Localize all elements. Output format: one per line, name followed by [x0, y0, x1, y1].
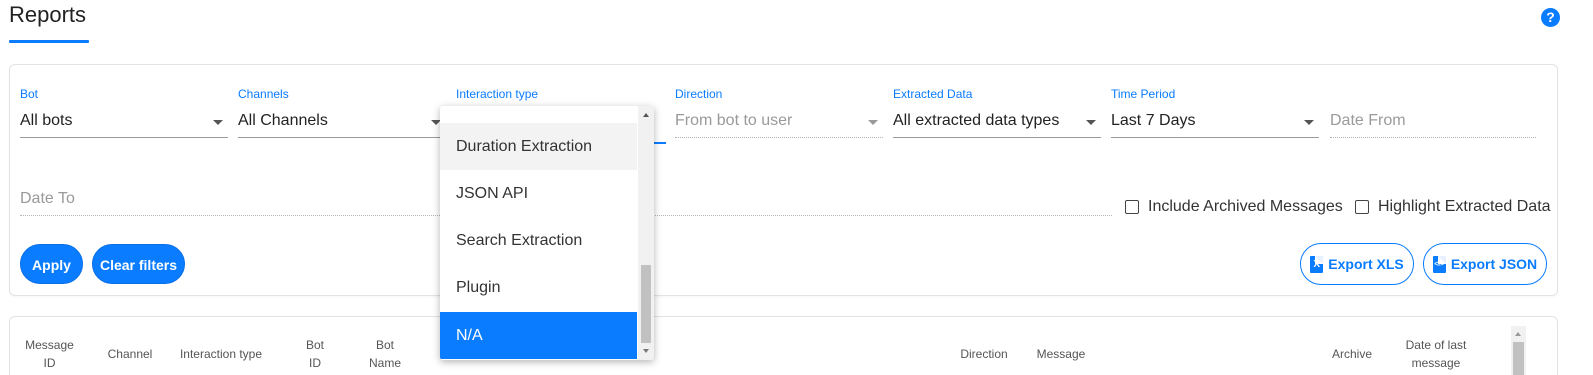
column-header-archive[interactable]: Archive: [1327, 345, 1377, 363]
chevron-down-icon: [868, 120, 878, 125]
scroll-up-arrow-icon[interactable]: [643, 113, 649, 117]
include-archived-checkbox[interactable]: Include Archived Messages: [1125, 198, 1343, 216]
direction-label: Direction: [675, 87, 723, 101]
channels-value: All Channels: [238, 112, 328, 129]
column-header-date-last-message[interactable]: Date of last message: [1398, 336, 1474, 372]
extracted-data-value: All extracted data types: [893, 112, 1060, 129]
direction-value: From bot to user: [675, 112, 793, 129]
include-archived-label: Include Archived Messages: [1148, 198, 1343, 215]
highlight-extracted-checkbox[interactable]: Highlight Extracted Data: [1355, 198, 1551, 216]
export-json-label: Export JSON: [1450, 256, 1538, 272]
table-scrollbar[interactable]: [1511, 326, 1526, 375]
highlight-extracted-label: Highlight Extracted Data: [1378, 198, 1551, 215]
dropdown-option-json-api[interactable]: JSON API: [440, 170, 637, 217]
dropdown-scrollbar[interactable]: [638, 106, 654, 360]
dropdown-option-duration-extraction[interactable]: Duration Extraction: [440, 123, 637, 170]
date-to-placeholder: Date To: [20, 190, 75, 207]
interaction-type-label: Interaction type: [456, 87, 539, 101]
column-header-bot-name[interactable]: Bot Name: [365, 336, 405, 372]
column-header-message-id[interactable]: Message ID: [22, 336, 77, 372]
date-from-placeholder: Date From: [1330, 112, 1406, 129]
clear-filters-button[interactable]: Clear filters: [92, 244, 185, 284]
question-circle-icon[interactable]: ?: [1541, 8, 1560, 27]
channels-label: Channels: [238, 87, 289, 101]
dropdown-option-plugin[interactable]: Plugin: [440, 264, 637, 311]
page-title: Reports: [9, 2, 87, 27]
xls-file-icon: X: [1310, 255, 1324, 273]
checkbox-box[interactable]: [1355, 200, 1369, 214]
column-header-direction[interactable]: Direction: [955, 345, 1013, 363]
scroll-down-arrow-icon[interactable]: [643, 349, 649, 353]
time-period-label: Time Period: [1111, 87, 1176, 101]
scrollbar-thumb[interactable]: [641, 265, 651, 343]
export-xls-button[interactable]: X Export XLS: [1300, 243, 1414, 285]
interaction-type-dropdown-menu[interactable]: Duration Extraction JSON API Search Extr…: [440, 106, 654, 360]
bot-label: Bot: [20, 87, 39, 101]
json-file-icon: </>: [1432, 255, 1446, 273]
dropdown-option-na[interactable]: N/A: [440, 312, 637, 359]
column-header-channel[interactable]: Channel: [105, 345, 155, 363]
column-header-bot-id[interactable]: Bot ID: [300, 336, 330, 372]
export-json-button[interactable]: </> Export JSON: [1423, 243, 1547, 285]
dropdown-option-search-extraction[interactable]: Search Extraction: [440, 217, 637, 264]
chevron-down-icon: [1304, 120, 1314, 125]
column-header-message[interactable]: Message: [1035, 345, 1087, 363]
scrollbar-thumb[interactable]: [1513, 342, 1524, 375]
apply-button[interactable]: Apply: [20, 244, 83, 284]
checkbox-box[interactable]: [1125, 200, 1139, 214]
extracted-data-label: Extracted Data: [893, 87, 973, 101]
export-xls-label: Export XLS: [1328, 256, 1404, 272]
column-header-interaction-type[interactable]: Interaction type: [175, 345, 267, 363]
chevron-down-icon: [213, 120, 223, 125]
time-period-value: Last 7 Days: [1111, 112, 1196, 129]
chevron-down-icon: [1086, 120, 1096, 125]
bot-value: All bots: [20, 112, 73, 129]
title-underline: [9, 40, 89, 43]
scroll-up-arrow-icon[interactable]: [1515, 332, 1521, 336]
